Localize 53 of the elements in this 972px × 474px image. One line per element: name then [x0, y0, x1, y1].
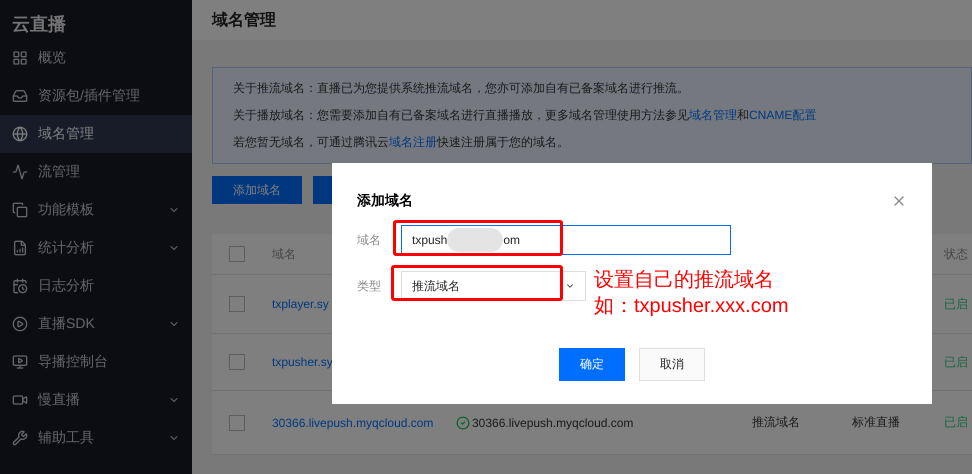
- sidebar-item[interactable]: 流管理: [0, 153, 192, 191]
- report-icon: [12, 240, 28, 256]
- field-label: 类型: [357, 278, 382, 294]
- page-title: 域名管理: [192, 0, 972, 40]
- redaction-blur: [447, 228, 504, 252]
- calendar-icon: [12, 278, 28, 294]
- product-title: 云直播: [11, 13, 67, 36]
- copy-icon: [12, 202, 28, 218]
- sidebar-item[interactable]: 日志分析: [0, 267, 192, 305]
- sidebar-item[interactable]: 导播控制台: [0, 343, 192, 381]
- play-icon: [12, 316, 28, 332]
- field-label: 域名: [357, 232, 382, 248]
- add-domain-button[interactable]: 添加域名: [212, 176, 302, 204]
- annotation-text: 如：txpusher.xxx.com: [594, 294, 789, 319]
- row-checkbox[interactable]: [229, 354, 245, 370]
- monitor-icon: [12, 354, 28, 370]
- inbox-icon: [12, 88, 28, 104]
- chart-icon: [12, 164, 28, 180]
- confirm-button[interactable]: 确定: [559, 348, 625, 381]
- notice-link[interactable]: CNAME配置: [749, 108, 816, 122]
- select-all-checkbox[interactable]: [229, 246, 245, 262]
- notice-text: 和: [737, 108, 749, 122]
- status-text: 已启: [944, 414, 969, 431]
- row-checkbox[interactable]: [229, 414, 245, 430]
- notice-text: 关于推流域名：直播已为您提供系统推流域名，您亦可添加自有已备案域名进行推流。: [233, 81, 689, 95]
- status-text: 已启: [944, 296, 969, 312]
- table-cell-text: 标准直播: [852, 414, 901, 431]
- column-header: 状态: [944, 246, 969, 262]
- column-header: 域名: [272, 246, 297, 262]
- annotation-text: 设置自己的推流域名: [594, 268, 775, 293]
- domain-link[interactable]: 30366.livepush.myqcloud.com: [272, 412, 442, 432]
- sidebar-item[interactable]: 概览: [0, 39, 192, 77]
- dialog-title: 添加域名: [357, 192, 413, 210]
- notice-text: 关于播放域名：您需要添加自有已备案域名进行直播播放，更多域名管理使用方法参见: [233, 108, 689, 122]
- sidebar-item[interactable]: 慢直播: [0, 381, 192, 419]
- sidebar-item[interactable]: 直播SDK: [0, 305, 192, 343]
- notice-text: 快速注册属于您的域名。: [437, 135, 569, 149]
- wrench-icon: [12, 430, 28, 446]
- notice-text: 若您暂无域名，可通过腾讯云: [233, 135, 389, 149]
- status-text: 已启: [944, 354, 969, 370]
- sidebar-item[interactable]: 资源包/插件管理: [0, 77, 192, 115]
- row-checkbox[interactable]: [229, 296, 245, 312]
- table-cell: 30366.livepush.myqcloud.com: [456, 416, 752, 430]
- cancel-button[interactable]: 取消: [639, 348, 705, 381]
- globe-icon: [12, 126, 28, 142]
- grid-icon: [12, 50, 28, 66]
- notice-link[interactable]: 域名注册: [389, 135, 437, 149]
- sidebar-item[interactable]: 域名管理: [0, 115, 192, 153]
- sidebar-item[interactable]: 辅助工具: [0, 419, 192, 457]
- sidebar-item[interactable]: 功能模板: [0, 191, 192, 229]
- notice-link[interactable]: 域名管理: [689, 108, 737, 122]
- table-cell-text: 推流域名: [752, 414, 801, 431]
- sidebar-item[interactable]: 统计分析: [0, 229, 192, 267]
